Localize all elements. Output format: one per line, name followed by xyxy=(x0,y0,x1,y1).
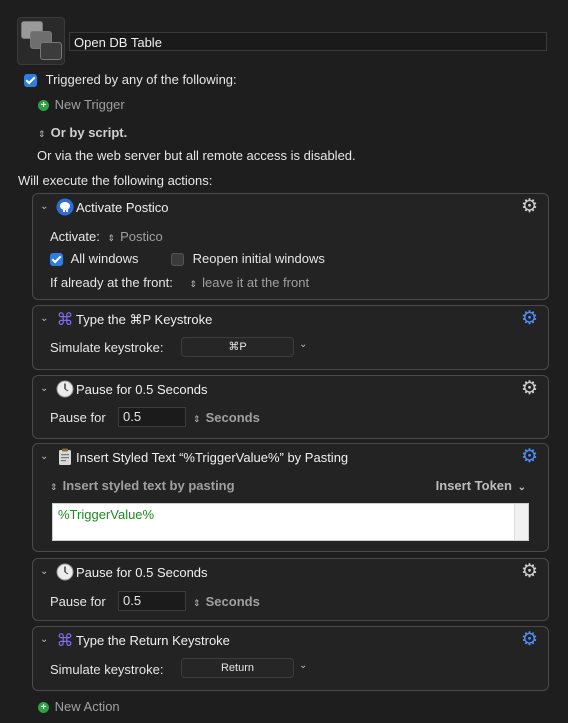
action-title: Pause for 0.5 Seconds xyxy=(76,565,208,580)
simulate-label: Simulate keystroke: xyxy=(50,662,164,677)
all-windows-row[interactable]: All windows xyxy=(50,251,139,267)
action-activate-postico[interactable]: ⌄ Activate Postico ⚙ Activate: ⇕ Postico… xyxy=(32,193,549,300)
app-selector-value: Postico xyxy=(120,229,163,244)
reopen-windows-checkbox[interactable] xyxy=(171,253,184,267)
unit-selector[interactable]: ⇕ Seconds xyxy=(193,594,260,609)
simulate-label: Simulate keystroke: xyxy=(50,340,164,355)
actions-header: Will execute the following actions: xyxy=(18,173,213,188)
web-server-note: Or via the web server but all remote acc… xyxy=(37,148,356,163)
front-label: If already at the front: xyxy=(50,275,173,290)
svg-text:⌘: ⌘ xyxy=(57,310,74,328)
new-trigger-label: New Trigger xyxy=(54,97,125,112)
chevron-down-icon[interactable]: ⌄ xyxy=(40,383,48,394)
keystroke-field[interactable]: ⌘P xyxy=(181,337,294,357)
scrollbar[interactable] xyxy=(514,504,528,540)
clock-icon xyxy=(56,380,74,398)
action-pause[interactable]: ⌄ Pause for 0.5 Seconds ⚙ Pause for 0.5 … xyxy=(32,375,549,439)
chevron-down-icon[interactable]: ⌄ xyxy=(299,339,307,350)
clipboard-icon xyxy=(59,448,71,465)
insert-mode-value: Insert styled text by pasting xyxy=(62,478,235,493)
chevron-down-icon[interactable]: ⌄ xyxy=(299,660,307,671)
unit-selector-value: Seconds xyxy=(205,594,260,609)
svg-text:⌘: ⌘ xyxy=(57,631,74,649)
macro-name-field[interactable]: Open DB Table xyxy=(69,32,547,51)
add-icon: + xyxy=(38,702,49,714)
gear-icon[interactable]: ⚙ xyxy=(520,562,539,581)
action-title: Pause for 0.5 Seconds xyxy=(76,382,208,397)
chevron-down-icon[interactable]: ⌄ xyxy=(40,566,48,577)
updown-icon: ⇕ xyxy=(193,414,201,424)
chevron-down-icon: ⌄ xyxy=(517,482,526,493)
chevron-down-icon[interactable]: ⌄ xyxy=(40,201,48,212)
command-key-icon: ⌘ xyxy=(57,631,74,649)
gear-icon[interactable]: ⚙ xyxy=(520,630,539,649)
action-title: Insert Styled Text “%TriggerValue%” by P… xyxy=(76,450,349,465)
updown-icon: ⇕ xyxy=(107,233,116,243)
styled-text-field[interactable]: %TriggerValue% xyxy=(52,503,529,541)
chevron-down-icon[interactable]: ⌄ xyxy=(40,634,48,645)
macro-group-icon[interactable] xyxy=(17,17,65,65)
postico-elephant-icon xyxy=(56,198,74,216)
updown-icon: ⇕ xyxy=(38,129,46,139)
all-windows-label: All windows xyxy=(70,251,139,266)
pause-label: Pause for xyxy=(50,410,106,425)
triggered-label: Triggered by any of the following: xyxy=(45,72,237,87)
keystroke-field[interactable]: Return xyxy=(181,658,294,678)
styled-text-value: %TriggerValue% xyxy=(58,507,155,522)
reopen-windows-label: Reopen initial windows xyxy=(192,251,325,266)
chevron-down-icon[interactable]: ⌄ xyxy=(40,313,48,324)
activate-label: Activate: xyxy=(50,229,100,244)
action-title: Type the ⌘P Keystroke xyxy=(76,312,213,327)
unit-selector-value: Seconds xyxy=(205,410,260,425)
action-insert-styled-text[interactable]: ⌄ Insert Styled Text “%TriggerValue%” by… xyxy=(32,443,549,552)
triggered-checkbox[interactable] xyxy=(24,74,37,88)
action-type-keystroke-cmdp[interactable]: ⌄ ⌘ Type the ⌘P Keystroke ⚙ Simulate key… xyxy=(32,305,549,370)
gear-icon[interactable]: ⚙ xyxy=(520,447,539,466)
add-icon: + xyxy=(38,100,49,112)
gear-icon[interactable]: ⚙ xyxy=(520,197,539,216)
action-type-keystroke-return[interactable]: ⌄ ⌘ Type the Return Keystroke ⚙ Simulate… xyxy=(32,626,549,691)
action-pause[interactable]: ⌄ Pause for 0.5 Seconds ⚙ Pause for 0.5 … xyxy=(32,558,549,621)
insert-token-menu[interactable]: Insert Token ⌄ xyxy=(436,478,526,493)
command-key-icon: ⌘ xyxy=(57,310,74,328)
pause-duration-field[interactable]: 0.5 xyxy=(118,591,186,611)
updown-icon: ⇕ xyxy=(193,598,201,608)
all-windows-checkbox[interactable] xyxy=(50,253,63,267)
reopen-windows-row[interactable]: Reopen initial windows xyxy=(171,251,325,267)
clock-icon xyxy=(56,563,74,581)
gear-icon[interactable]: ⚙ xyxy=(520,309,539,328)
front-selector-value: leave it at the front xyxy=(202,275,310,290)
insert-token-label: Insert Token xyxy=(435,478,512,493)
insert-mode-selector[interactable]: ⇕ Insert styled text by pasting xyxy=(50,478,235,493)
or-by-script-label: Or by script. xyxy=(50,125,128,140)
action-title: Type the Return Keystroke xyxy=(76,633,230,648)
updown-icon: ⇕ xyxy=(189,279,198,289)
new-action-button[interactable]: + New Action xyxy=(38,699,120,714)
updown-icon: ⇕ xyxy=(50,482,58,492)
new-action-label: New Action xyxy=(54,699,120,714)
action-title: Activate Postico xyxy=(76,200,169,215)
or-by-script-button[interactable]: ⇕ Or by script. xyxy=(38,125,127,140)
unit-selector[interactable]: ⇕ Seconds xyxy=(193,410,260,425)
new-trigger-button[interactable]: + New Trigger xyxy=(38,97,125,112)
pause-duration-field[interactable]: 0.5 xyxy=(118,407,186,427)
triggered-checkbox-row[interactable]: Triggered by any of the following: xyxy=(24,72,237,88)
gear-icon[interactable]: ⚙ xyxy=(520,379,539,398)
front-selector[interactable]: ⇕ leave it at the front xyxy=(189,275,309,290)
chevron-down-icon[interactable]: ⌄ xyxy=(40,451,48,462)
pause-label: Pause for xyxy=(50,594,106,609)
app-selector[interactable]: ⇕ Postico xyxy=(107,229,162,244)
